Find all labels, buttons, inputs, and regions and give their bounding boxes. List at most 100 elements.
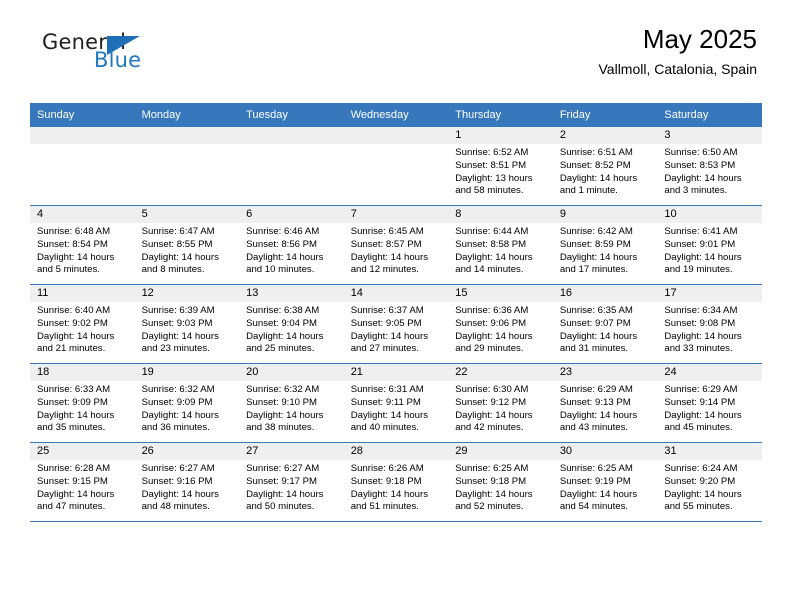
day-daylight-line1-text: Daylight: 14 hours <box>664 172 742 184</box>
day-number <box>134 127 240 144</box>
day-daylight-line2-text: and 40 minutes. <box>350 422 419 434</box>
day-daylight-line2-text: and 50 minutes. <box>246 501 315 513</box>
day-sunrise-text: Sunrise: 6:41 AM <box>664 226 738 237</box>
calendar-day-cell[interactable]: 11 Sunrise: 6:40 AM Sunset: 9:02 PM Dayligh… <box>30 284 135 364</box>
day-number <box>239 127 344 144</box>
calendar-week-row: 18 Sunrise: 6:33 AM Sunset: 9:09 PM Dayligh… <box>30 363 762 443</box>
calendar-day-cell[interactable]: 6 Sunrise: 6:46 AM Sunset: 8:56 PM Daylight… <box>239 205 344 285</box>
day-number: 4 <box>30 206 135 223</box>
calendar-day-cell[interactable]: 29 Sunrise: 6:25 AM Sunset: 9:18 PM Dayligh… <box>448 442 553 522</box>
calendar-day-cell[interactable]: 22 Sunrise: 6:30 AM Sunset: 9:12 PM Dayligh… <box>448 363 553 443</box>
day-cell-inner: 11 Sunrise: 6:40 AM Sunset: 9:02 PM Dayligh… <box>30 285 135 363</box>
day-cell-inner: 8 Sunrise: 6:44 AM Sunset: 8:58 PM Daylight… <box>448 206 553 284</box>
calendar-day-cell[interactable]: 9 Sunrise: 6:42 AM Sunset: 8:59 PM Daylight… <box>552 205 658 285</box>
day-daylight-line2-text: and 19 minutes. <box>664 264 733 276</box>
day-details: Sunrise: 6:40 AM Sunset: 9:02 PM Daylight:… <box>30 302 135 356</box>
day-sunrise-text: Sunrise: 6:29 AM <box>559 384 633 395</box>
day-details: Sunrise: 6:32 AM Sunset: 9:09 PM Daylight:… <box>135 381 240 435</box>
day-details: Sunrise: 6:34 AM Sunset: 9:08 PM Daylight:… <box>657 302 762 356</box>
calendar-day-cell[interactable]: 24 Sunrise: 6:29 AM Sunset: 9:14 PM Dayligh… <box>657 363 762 443</box>
calendar-day-cell[interactable]: 2 Sunrise: 6:51 AM Sunset: 8:52 PM Daylight… <box>552 127 658 206</box>
calendar-day-cell[interactable]: 31 Sunrise: 6:24 AM Sunset: 9:20 PM Dayligh… <box>657 442 762 522</box>
day-daylight-line2-text: and 35 minutes. <box>37 422 106 434</box>
day-sunset-text: Sunset: 8:51 PM <box>455 159 527 171</box>
day-details: Sunrise: 6:26 AM Sunset: 9:18 PM Daylight:… <box>344 460 449 514</box>
calendar-day-cell[interactable]: 8 Sunrise: 6:44 AM Sunset: 8:58 PM Daylight… <box>448 205 553 285</box>
calendar-body: 1 Sunrise: 6:52 AM Sunset: 8:51 PM Daylight… <box>30 127 762 522</box>
day-details: Sunrise: 6:29 AM Sunset: 9:13 PM Daylight:… <box>553 381 658 435</box>
calendar-day-cell[interactable]: 3 Sunrise: 6:50 AM Sunset: 8:53 PM Daylight… <box>657 127 762 206</box>
day-number: 22 <box>448 364 553 381</box>
day-daylight-line2-text: and 42 minutes. <box>455 422 524 434</box>
calendar-day-cell[interactable]: 7 Sunrise: 6:45 AM Sunset: 8:57 PM Daylight… <box>343 205 449 285</box>
day-sunrise-text: Sunrise: 6:51 AM <box>559 147 633 158</box>
calendar-day-cell[interactable]: 5 Sunrise: 6:47 AM Sunset: 8:55 PM Daylight… <box>134 205 240 285</box>
day-number: 18 <box>30 364 135 381</box>
calendar-day-cell[interactable]: 28 Sunrise: 6:26 AM Sunset: 9:18 PM Dayligh… <box>343 442 449 522</box>
day-sunrise-text: Sunrise: 6:24 AM <box>664 463 738 474</box>
day-cell-inner: 26 Sunrise: 6:27 AM Sunset: 9:16 PM Dayligh… <box>134 443 240 521</box>
day-daylight-line1-text: Daylight: 14 hours <box>664 330 742 342</box>
day-daylight-line1-text: Daylight: 14 hours <box>559 409 638 421</box>
calendar-day-cell[interactable]: 26 Sunrise: 6:27 AM Sunset: 9:16 PM Dayligh… <box>134 442 240 522</box>
day-daylight-line1-text: Daylight: 14 hours <box>664 409 742 421</box>
day-cell-inner <box>239 127 344 205</box>
day-sunset-text: Sunset: 9:06 PM <box>455 317 527 329</box>
day-cell-inner: 6 Sunrise: 6:46 AM Sunset: 8:56 PM Daylight… <box>239 206 344 284</box>
calendar-day-cell[interactable]: 23 Sunrise: 6:29 AM Sunset: 9:13 PM Dayligh… <box>552 363 658 443</box>
day-number: 13 <box>239 285 344 302</box>
day-sunset-text: Sunset: 9:15 PM <box>37 475 108 487</box>
day-details: Sunrise: 6:52 AM Sunset: 8:51 PM Daylight:… <box>448 144 553 198</box>
title-block: May 2025 Vallmoll, Catalonia, Spain <box>599 22 758 80</box>
day-daylight-line1-text: Daylight: 14 hours <box>455 488 533 500</box>
day-sunset-text: Sunset: 8:56 PM <box>246 238 318 250</box>
calendar-day-cell[interactable]: 25 Sunrise: 6:28 AM Sunset: 9:15 PM Dayligh… <box>30 442 135 522</box>
day-sunrise-text: Sunrise: 6:32 AM <box>246 384 320 395</box>
calendar-day-cell[interactable]: 13 Sunrise: 6:38 AM Sunset: 9:04 PM Dayligh… <box>239 284 344 364</box>
day-daylight-line1-text: Daylight: 14 hours <box>37 488 115 500</box>
day-number: 11 <box>30 285 135 302</box>
calendar-day-cell[interactable]: 10 Sunrise: 6:41 AM Sunset: 9:01 PM Dayligh… <box>657 205 762 285</box>
calendar-day-cell[interactable]: 27 Sunrise: 6:27 AM Sunset: 9:17 PM Dayligh… <box>239 442 344 522</box>
day-sunset-text: Sunset: 9:08 PM <box>664 317 736 329</box>
calendar-day-cell[interactable]: 20 Sunrise: 6:32 AM Sunset: 9:10 PM Dayligh… <box>239 363 344 443</box>
day-sunrise-text: Sunrise: 6:52 AM <box>455 147 529 158</box>
day-daylight-line2-text: and 38 minutes. <box>246 422 315 434</box>
day-sunset-text: Sunset: 8:58 PM <box>455 238 527 250</box>
day-number: 16 <box>552 285 658 302</box>
day-sunset-text: Sunset: 9:03 PM <box>141 317 213 329</box>
calendar-week-row: 4 Sunrise: 6:48 AM Sunset: 8:54 PM Daylight… <box>30 205 762 285</box>
day-sunrise-text: Sunrise: 6:29 AM <box>664 384 738 395</box>
calendar-day-cell[interactable]: 16 Sunrise: 6:35 AM Sunset: 9:07 PM Dayligh… <box>552 284 658 364</box>
day-cell-inner: 12 Sunrise: 6:39 AM Sunset: 9:03 PM Dayligh… <box>134 285 240 363</box>
day-daylight-line1-text: Daylight: 14 hours <box>664 488 742 500</box>
calendar-day-cell[interactable]: 21 Sunrise: 6:31 AM Sunset: 9:11 PM Dayligh… <box>343 363 449 443</box>
general-blue-logo[interactable]: General Blue <box>35 30 235 82</box>
calendar-day-cell[interactable]: 18 Sunrise: 6:33 AM Sunset: 9:09 PM Dayligh… <box>30 363 135 443</box>
day-cell-inner: 27 Sunrise: 6:27 AM Sunset: 9:17 PM Dayligh… <box>239 443 344 521</box>
calendar-day-cell[interactable]: 17 Sunrise: 6:34 AM Sunset: 9:08 PM Dayligh… <box>657 284 762 364</box>
day-daylight-line2-text: and 8 minutes. <box>141 264 205 276</box>
calendar-week-row: 1 Sunrise: 6:52 AM Sunset: 8:51 PM Daylight… <box>30 127 762 206</box>
day-sunset-text: Sunset: 9:11 PM <box>350 396 421 408</box>
day-cell-inner: 21 Sunrise: 6:31 AM Sunset: 9:11 PM Dayligh… <box>343 364 449 442</box>
calendar-day-cell[interactable]: 15 Sunrise: 6:36 AM Sunset: 9:06 PM Dayligh… <box>448 284 553 364</box>
day-details <box>344 144 449 147</box>
day-cell-inner: 19 Sunrise: 6:32 AM Sunset: 9:09 PM Dayligh… <box>134 364 240 442</box>
calendar-day-cell[interactable]: 4 Sunrise: 6:48 AM Sunset: 8:54 PM Daylight… <box>30 205 135 285</box>
calendar-day-cell[interactable]: 14 Sunrise: 6:37 AM Sunset: 9:05 PM Dayligh… <box>343 284 449 364</box>
day-number: 6 <box>239 206 344 223</box>
day-sunrise-text: Sunrise: 6:36 AM <box>455 305 529 316</box>
calendar-day-cell[interactable]: 19 Sunrise: 6:32 AM Sunset: 9:09 PM Dayligh… <box>134 363 240 443</box>
day-sunrise-text: Sunrise: 6:40 AM <box>37 305 111 316</box>
calendar-day-cell[interactable]: 30 Sunrise: 6:25 AM Sunset: 9:19 PM Dayligh… <box>552 442 658 522</box>
day-daylight-line2-text: and 14 minutes. <box>455 264 524 276</box>
day-daylight-line2-text: and 17 minutes. <box>559 264 629 276</box>
day-daylight-line2-text: and 23 minutes. <box>141 343 210 355</box>
day-sunset-text: Sunset: 9:13 PM <box>559 396 631 408</box>
calendar-day-cell[interactable]: 1 Sunrise: 6:52 AM Sunset: 8:51 PM Daylight… <box>448 127 553 206</box>
logo-text-blue: Blue <box>94 48 142 72</box>
day-sunset-text: Sunset: 9:20 PM <box>664 475 736 487</box>
day-sunrise-text: Sunrise: 6:27 AM <box>141 463 215 474</box>
calendar-day-cell[interactable]: 12 Sunrise: 6:39 AM Sunset: 9:03 PM Dayligh… <box>134 284 240 364</box>
